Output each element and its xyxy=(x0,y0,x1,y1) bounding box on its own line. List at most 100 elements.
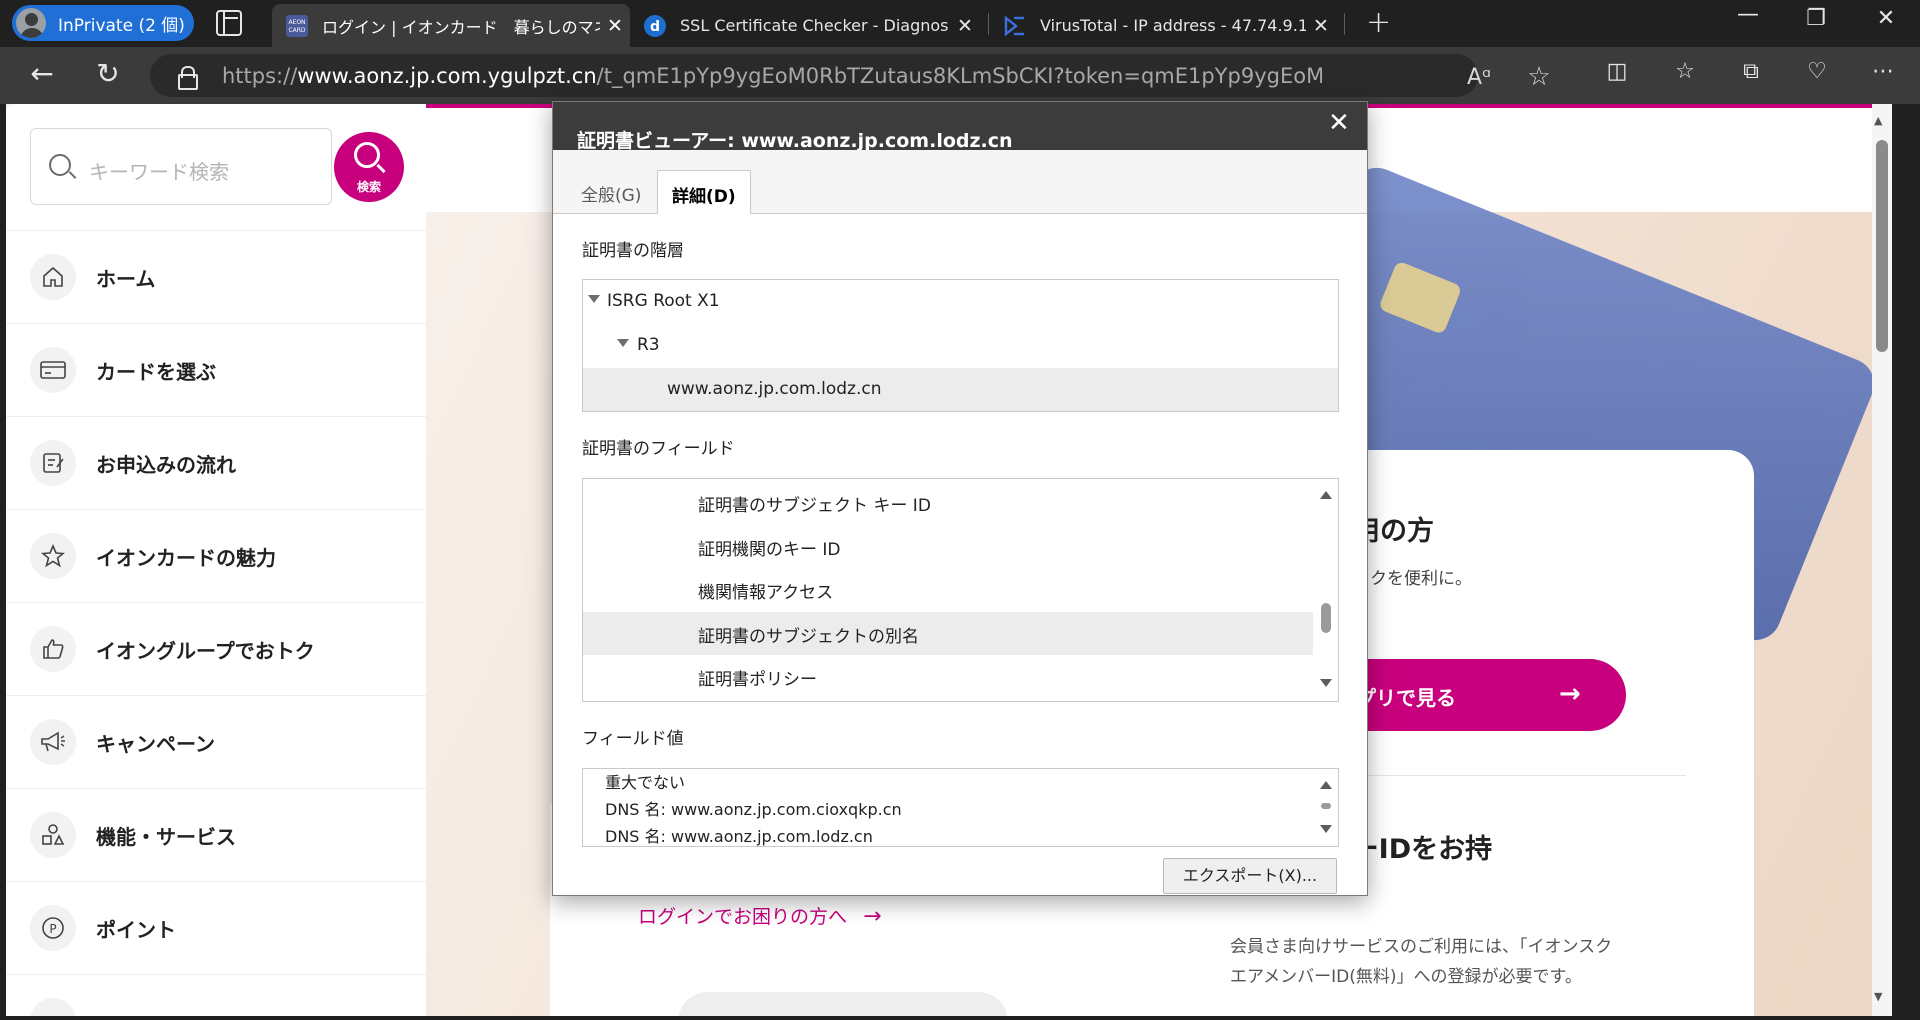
tab-aeon-login[interactable]: AEON CARD ログイン | イオンカード 暮らしのマネー ✕ xyxy=(272,4,630,47)
sidebar-item-campaign[interactable]: キャンペーン xyxy=(6,695,426,788)
inprivate-profile-button[interactable]: InPrivate (2 個) xyxy=(12,5,194,41)
sidebar-item-point[interactable]: P ポイント xyxy=(6,881,426,974)
fields-scrollbar-thumb[interactable] xyxy=(1321,603,1331,633)
tab-close-icon[interactable]: ✕ xyxy=(950,15,980,37)
sidebar-item-label: イオンカードの魅力 xyxy=(96,545,276,570)
split-screen-icon[interactable]: ◫ xyxy=(1600,59,1634,84)
value-line: 重大でない xyxy=(605,773,686,792)
new-tab-icon[interactable]: + xyxy=(1366,8,1391,38)
close-icon[interactable]: ✕ xyxy=(1328,108,1350,138)
sidebar-item-choose-card[interactable]: カードを選ぶ xyxy=(6,323,426,416)
back-arrow-icon[interactable]: ← xyxy=(24,59,60,89)
fields-scrollbar[interactable] xyxy=(1316,479,1336,701)
url-prefix: https:// xyxy=(222,64,298,88)
sidebar: キーワード検索 検索 ホーム カードを選ぶ お申込みの流れ イオンカードの魅力 … xyxy=(6,104,426,1016)
settings-menu-icon[interactable]: ⋯ xyxy=(1866,59,1900,84)
value-line: DNS 名: www.aonz.jp.com.cioxqkp.cn xyxy=(605,800,902,819)
scroll-up-icon[interactable] xyxy=(1320,781,1332,789)
list-item[interactable]: 証明機関のキー ID xyxy=(583,525,1313,568)
minimize-icon[interactable]: — xyxy=(1728,2,1768,27)
search-button-label: 検索 xyxy=(356,180,381,194)
sidebar-item-label: 機能・サービス xyxy=(96,824,236,849)
list-item[interactable]: 証明書のサブジェクト キー ID xyxy=(583,481,1313,524)
member-id-description-line1: 会員さま向けサービスのご利用には、「イオンスク xyxy=(1230,937,1613,957)
tab-separator xyxy=(988,13,989,35)
url-host: www.aonz.jp.com.ygulpzt.cn xyxy=(297,64,597,88)
tab-details[interactable]: 詳細(D) xyxy=(657,170,751,215)
sidebar-item-appeal[interactable]: イオンカードの魅力 xyxy=(6,509,426,602)
values-scrollbar[interactable] xyxy=(1316,769,1336,846)
sidebar-item-services[interactable]: 機能・サービス xyxy=(6,788,426,881)
sidebar-item-home[interactable]: ホーム xyxy=(6,230,426,323)
arrow-right-icon: → xyxy=(1559,679,1581,709)
inprivate-label: InPrivate (2 個) xyxy=(58,15,185,36)
login-help-link[interactable]: ログインでお困りの方へ → xyxy=(638,902,882,929)
scroll-up-icon[interactable]: ▲ xyxy=(1874,114,1882,127)
favorite-star-icon[interactable]: ☆ xyxy=(1522,62,1556,92)
field-value-box[interactable]: 重大でない DNS 名: www.aonz.jp.com.cioxqkp.cn … xyxy=(582,768,1339,847)
export-button[interactable]: エクスポート(X)... xyxy=(1163,858,1337,894)
value-line: DNS 名: www.aonz.jp.com.lodz.cn xyxy=(605,827,873,846)
values-scrollbar-thumb[interactable] xyxy=(1321,803,1331,809)
scroll-up-icon[interactable] xyxy=(1320,491,1332,499)
tab-title: ログイン | イオンカード 暮らしのマネー xyxy=(322,17,600,37)
scroll-down-icon[interactable] xyxy=(1320,679,1332,687)
sidebar-item-label: イオングループでおトク xyxy=(96,638,315,663)
tree-node-root[interactable]: ISRG Root X1 xyxy=(583,280,1338,323)
field-label: 機関情報アクセス xyxy=(698,583,834,603)
restore-icon[interactable]: ❐ xyxy=(1796,6,1836,31)
refresh-icon[interactable]: ↻ xyxy=(90,59,126,89)
tree-node-intermediate[interactable]: R3 xyxy=(583,324,1338,367)
tab-close-icon[interactable]: ✕ xyxy=(600,15,630,37)
megaphone-icon xyxy=(30,719,76,765)
star-icon xyxy=(30,533,76,579)
close-window-icon[interactable]: ✕ xyxy=(1866,6,1906,31)
certificate-hierarchy-tree[interactable]: ISRG Root X1 R3 www.aonz.jp.com.lodz.cn xyxy=(582,279,1339,412)
tab-title: SSL Certificate Checker - Diagnos xyxy=(680,16,949,35)
sidebar-item-aeon-group[interactable]: イオングループでおトク xyxy=(6,602,426,695)
secondary-pill-button[interactable] xyxy=(678,992,1008,1016)
expand-triangle-icon[interactable] xyxy=(588,295,600,303)
url-field[interactable]: https://www.aonz.jp.com.ygulpzt.cn/t_qmE… xyxy=(150,54,1551,97)
tab-close-icon[interactable]: ✕ xyxy=(1306,15,1336,37)
list-item-selected[interactable]: 証明書のサブジェクトの別名 xyxy=(583,612,1313,655)
list-item[interactable]: 機関情報アクセス xyxy=(583,568,1313,611)
tab-general[interactable]: 全般(G) xyxy=(567,170,655,215)
field-label: 証明機関のキー ID xyxy=(698,540,841,560)
address-bar-row: ← ↻ https://www.aonz.jp.com.ygulpzt.cn/t… xyxy=(0,47,1920,104)
tab-virustotal[interactable]: VirusTotal - IP address - 47.74.9.1 ✕ xyxy=(990,4,1336,47)
search-button[interactable]: 検索 xyxy=(334,132,404,202)
expand-triangle-icon[interactable] xyxy=(617,339,629,347)
dialog-title: 証明書ビューアー: www.aonz.jp.com.lodz.cn xyxy=(577,130,1013,152)
tree-node-leaf[interactable]: www.aonz.jp.com.lodz.cn xyxy=(583,368,1338,411)
dialog-title-bar: 証明書ビューアー: www.aonz.jp.com.lodz.cn ✕ xyxy=(553,102,1367,152)
aeon-card-favicon-icon: AEONCARD xyxy=(286,14,308,37)
favorites-icon[interactable]: ☆ xyxy=(1668,59,1702,84)
lock-icon[interactable] xyxy=(178,66,198,90)
keyword-search-input[interactable]: キーワード検索 xyxy=(30,128,332,205)
collections-icon[interactable]: ⧉ xyxy=(1734,59,1768,84)
certificate-fields-list[interactable]: 証明書のサブジェクト キー ID 証明機関のキー ID 機関情報アクセス 証明書… xyxy=(582,478,1339,702)
virustotal-favicon-icon xyxy=(1004,15,1024,36)
tab-title: VirusTotal - IP address - 47.74.9.1 xyxy=(1040,16,1306,35)
page-scrollbar-thumb[interactable] xyxy=(1876,140,1888,352)
scroll-down-icon[interactable] xyxy=(1320,825,1332,833)
svg-text:d: d xyxy=(650,19,660,35)
point-icon: P xyxy=(30,905,76,951)
more-item-icon xyxy=(30,998,76,1016)
tab-actions-icon[interactable] xyxy=(216,10,242,36)
application-icon xyxy=(30,440,76,486)
tab-ssl-checker[interactable]: d SSL Certificate Checker - Diagnos ✕ xyxy=(630,4,980,47)
hierarchy-label: 証明書の階層 xyxy=(582,241,684,261)
sidebar-item-more[interactable] xyxy=(6,974,426,1016)
browser-essentials-icon[interactable]: ♡ xyxy=(1800,59,1834,84)
read-aloud-icon[interactable]: Aᵅ xyxy=(1462,65,1496,90)
services-icon xyxy=(30,812,76,858)
card-chip xyxy=(1378,260,1463,335)
tree-node-label: R3 xyxy=(637,335,660,355)
scroll-down-icon[interactable]: ▼ xyxy=(1874,990,1882,1003)
sidebar-item-label: お申込みの流れ xyxy=(96,452,236,477)
sidebar-item-application-flow[interactable]: お申込みの流れ xyxy=(6,416,426,509)
member-id-description-line2: エアメンバーID(無料)」への登録が必要です。 xyxy=(1230,967,1582,987)
list-item[interactable]: 証明書ポリシー xyxy=(583,655,1313,698)
